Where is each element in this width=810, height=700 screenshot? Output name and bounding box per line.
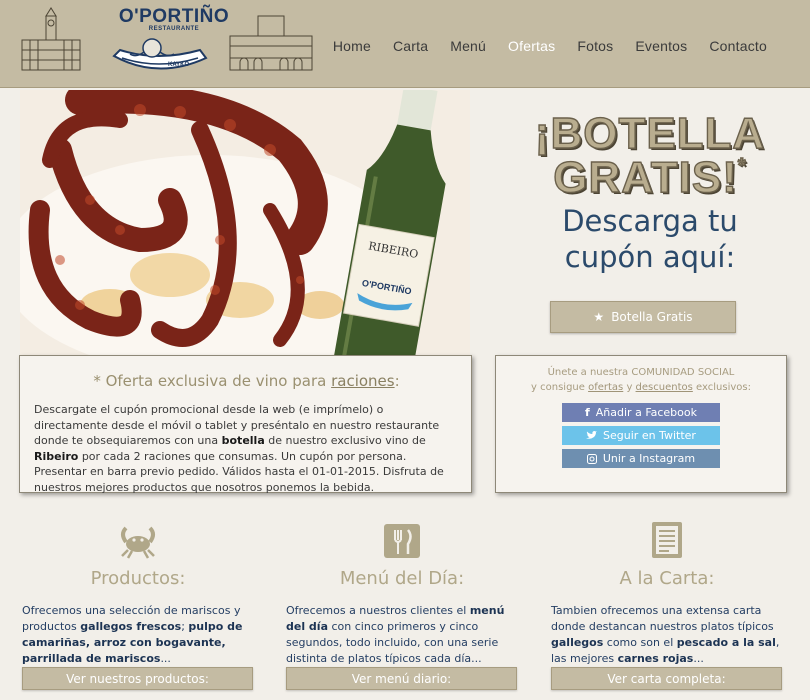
offer-text-bold: botella [221, 434, 265, 448]
nav-fotos[interactable]: Fotos [566, 38, 624, 54]
nav-menu[interactable]: Menú [439, 38, 497, 54]
feature-bold: carnes rojas [617, 651, 694, 665]
feature-text: Ofrecemos a nuestros clientes el [286, 604, 470, 617]
feature-text: ... [693, 651, 704, 665]
promo-line-2: GRATIS!* [520, 153, 780, 202]
feature-title: Menú del Día: [339, 568, 465, 589]
feature-description: Ofrecemos a nuestros clientes el menú de… [286, 603, 518, 667]
offer-text-bold: Ribeiro [34, 449, 79, 463]
view-products-button[interactable]: Ver nuestros productos: [22, 667, 253, 690]
promo-title: ¡BOTELLA GRATIS!* [520, 109, 780, 202]
download-line-2: cupón aquí: [564, 240, 736, 275]
offer-heading: * Oferta exclusiva de vino para raciones… [34, 372, 459, 390]
social-line-2: y consigue ofertas y descuentos exclusiv… [496, 381, 786, 396]
feature-text: como son el [603, 635, 677, 649]
feature-productos: Productos: Ofrecemos una selección de ma… [22, 520, 254, 667]
feature-bold: gallegos frescos [80, 619, 182, 633]
coupon-button[interactable]: ★ Botella Gratis [550, 301, 736, 333]
promo-asterisk: * [737, 155, 747, 177]
nav-carta[interactable]: Carta [382, 38, 439, 54]
promo-line-1: ¡BOTELLA [534, 109, 766, 158]
offer-heading-suffix: : [394, 372, 400, 390]
logo[interactable]: O'PORTIÑO RESTAURANTE KAYKO [18, 6, 318, 82]
feature-description: Tambien ofrecemos una extensa carta dond… [551, 603, 783, 667]
crab-icon [121, 526, 155, 559]
social-line-1: Únete a nuestra COMUNIDAD SOCIAL [547, 367, 735, 378]
feature-description: Ofrecemos una selección de mariscos y pr… [22, 603, 254, 667]
menu-list-icon [652, 522, 682, 558]
offer-heading-prefix: * Oferta exclusiva de vino para [93, 372, 332, 390]
twitter-icon [586, 431, 598, 439]
feature-bold: pescado a la sal [676, 635, 776, 649]
twitter-button[interactable]: Seguir en Twitter [562, 426, 720, 445]
social-link-descuentos[interactable]: descuentos [636, 382, 693, 393]
social-text: y consigue [531, 381, 589, 393]
social-link-ofertas[interactable]: ofertas [588, 382, 623, 393]
promo-line-2-text: GRATIS! [553, 153, 738, 202]
social-text: y [623, 381, 636, 393]
brand-tagline: RESTAURANTE [148, 26, 200, 32]
offer-box: * Oferta exclusiva de vino para raciones… [19, 355, 472, 496]
facebook-button[interactable]: f Añadir a Facebook [562, 403, 720, 422]
feature-text: ... [160, 651, 171, 665]
site-header: O'PORTIÑO RESTAURANTE KAYKO Home Carta M… [0, 0, 810, 88]
boat-label: KAYKO [168, 62, 190, 68]
nav-contacto[interactable]: Contacto [698, 38, 778, 54]
facebook-button-label: Añadir a Facebook [595, 406, 697, 419]
view-full-menu-button[interactable]: Ver carta completa: [551, 667, 782, 690]
facebook-icon: f [584, 406, 590, 419]
nav-eventos[interactable]: Eventos [624, 38, 698, 54]
nav-ofertas[interactable]: Ofertas [497, 38, 566, 54]
fork-knife-icon [384, 524, 420, 558]
social-box: Únete a nuestra COMUNIDAD SOCIAL y consi… [495, 355, 787, 493]
instagram-button[interactable]: Unir a Instagram [562, 449, 720, 468]
offer-text: Descargate el cupón promocional desde la… [34, 402, 459, 496]
brand-name: O'PORTIÑO [118, 6, 230, 27]
octopus-wine-photo: RIBEIRO O'PORTIÑO [20, 90, 470, 355]
download-line-1: Descarga tu [562, 204, 738, 238]
instagram-button-label: Unir a Instagram [602, 452, 696, 465]
hero-image: RIBEIRO O'PORTIÑO [20, 90, 470, 355]
offer-text-part: por cada 2 raciones que consumas. Un cup… [34, 449, 444, 495]
download-heading: Descarga tu cupón aquí: [520, 203, 780, 276]
main-nav: Home Carta Menú Ofertas Fotos Eventos Co… [322, 38, 778, 54]
feature-title: Productos: [90, 568, 186, 589]
offer-text-part: de nuestro exclusivo vino de [264, 434, 426, 448]
star-icon: ★ [593, 310, 605, 324]
view-daily-menu-button[interactable]: Ver menú diario: [286, 667, 517, 690]
twitter-button-label: Seguir en Twitter [603, 429, 696, 442]
instagram-icon [586, 453, 597, 464]
feature-bold: gallegos [551, 635, 604, 649]
social-text: exclusivos: [692, 381, 751, 393]
offer-heading-link[interactable]: raciones [331, 372, 395, 390]
feature-title: A la Carta: [619, 568, 715, 589]
feature-text: Tambien ofrecemos una extensa carta dond… [551, 604, 774, 633]
nav-home[interactable]: Home [322, 38, 382, 54]
feature-menu-dia: Menú del Día: Ofrecemos a nuestros clien… [286, 520, 518, 667]
feature-carta: A la Carta: Tambien ofrecemos una extens… [551, 520, 783, 667]
coupon-button-label: Botella Gratis [611, 310, 693, 324]
